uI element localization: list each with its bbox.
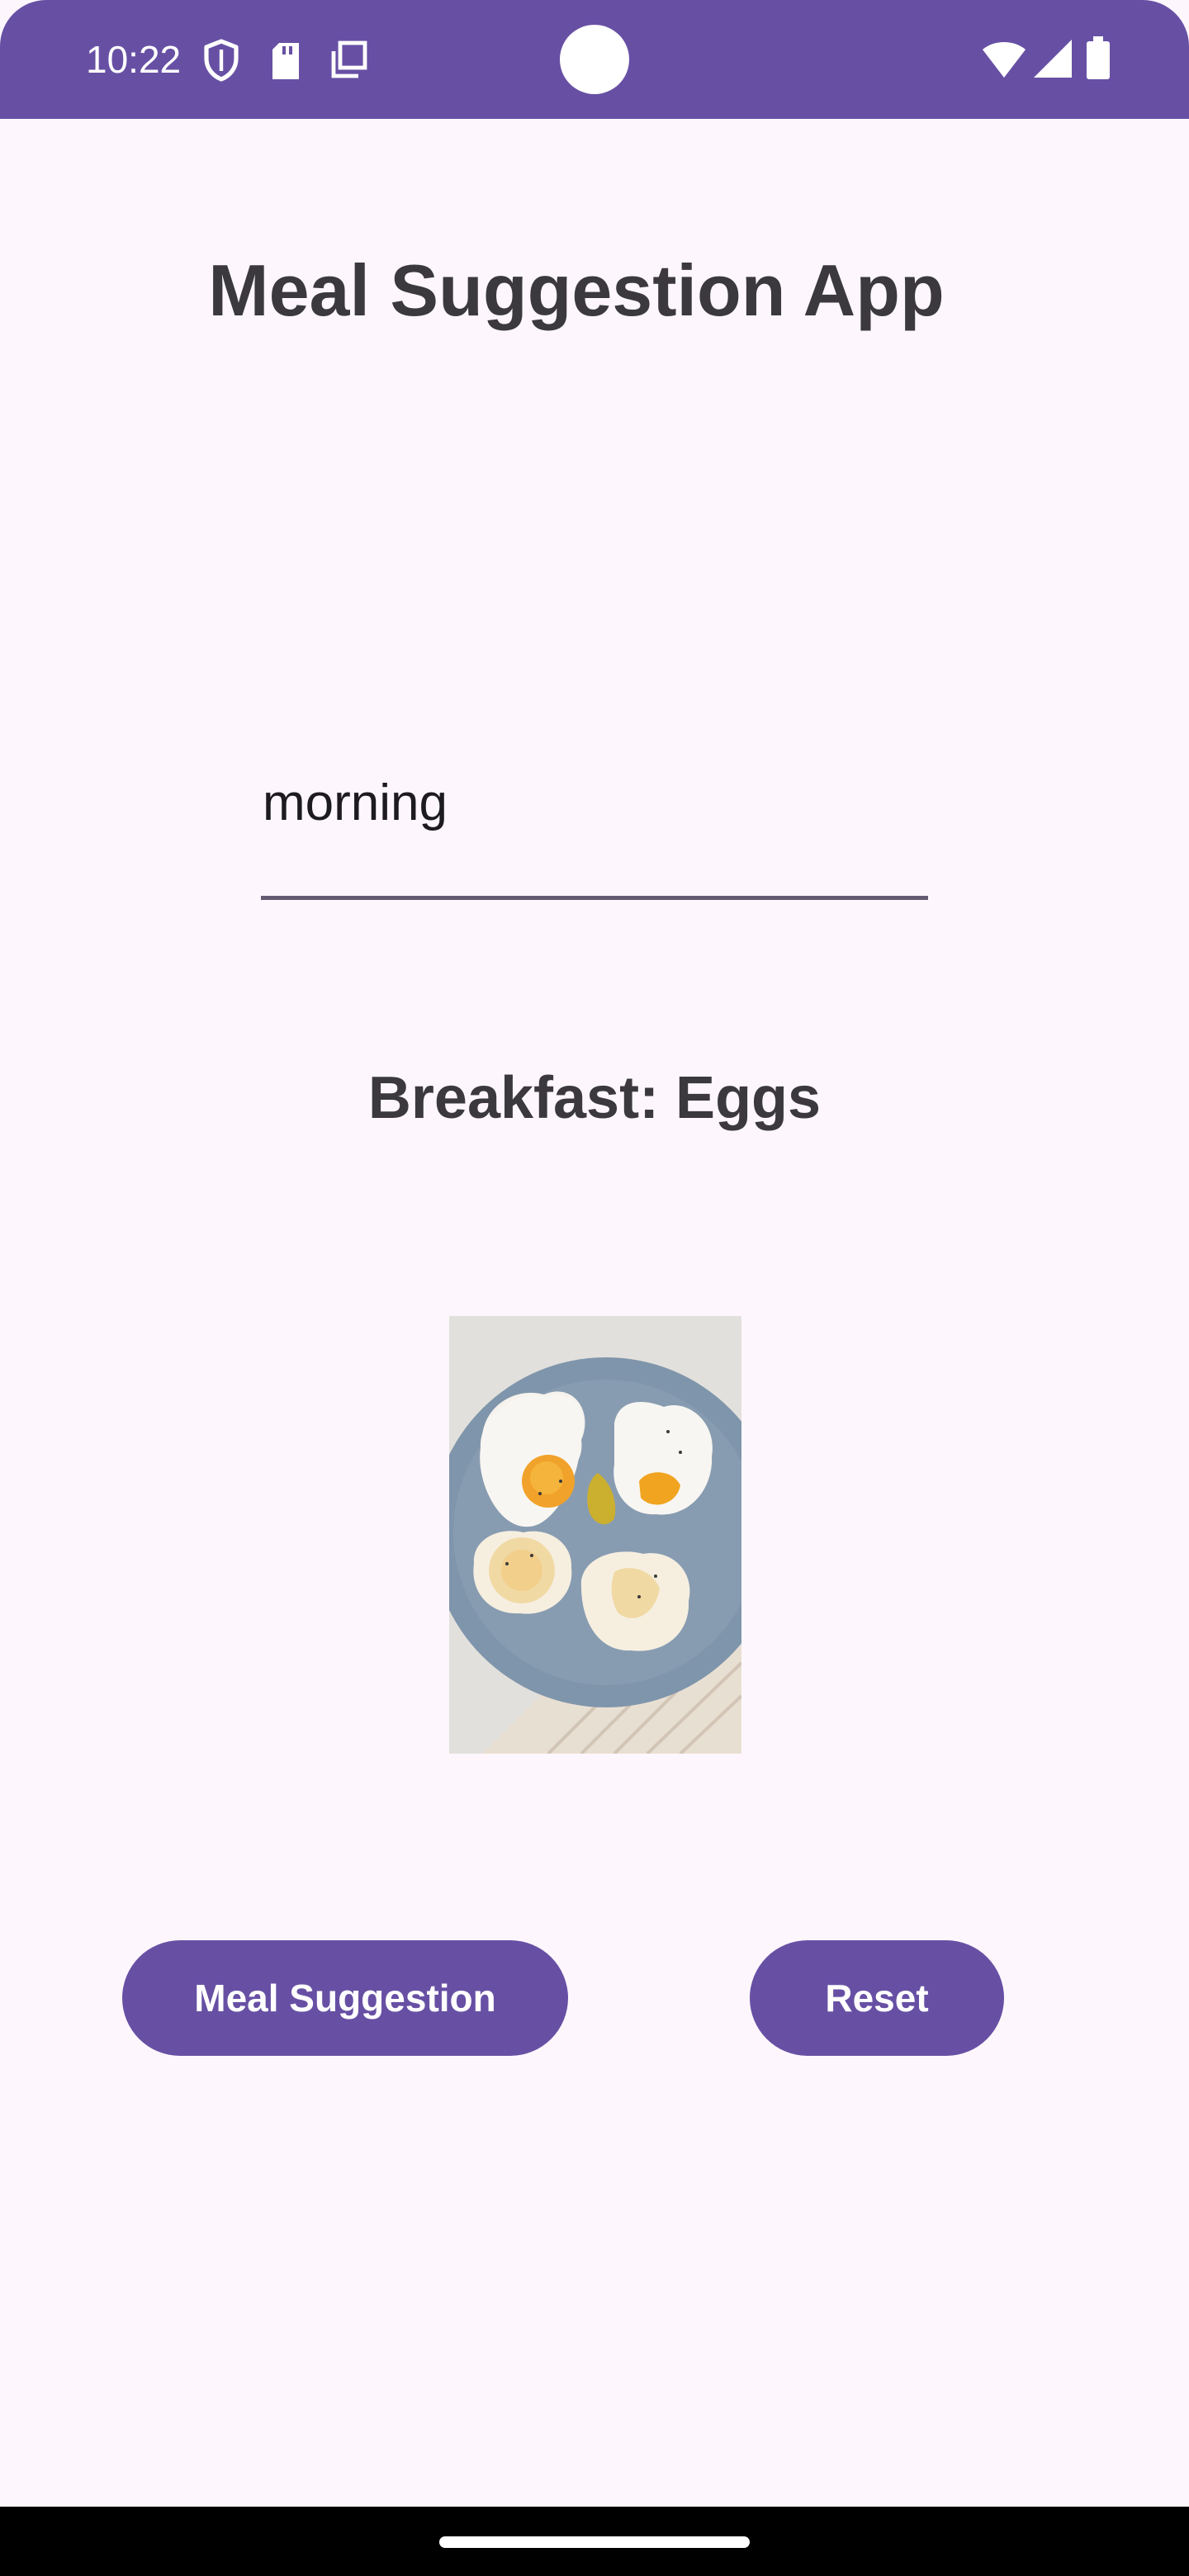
- sd-card-icon: [272, 43, 299, 79]
- reset-button[interactable]: Reset: [750, 1940, 1004, 2056]
- navigation-bar: [0, 2507, 1189, 2576]
- shield-icon: [204, 39, 239, 82]
- meal-suggestion-text: Breakfast: Eggs: [367, 1065, 822, 1131]
- battery-icon: [1087, 36, 1110, 79]
- cell-signal-icon: [1034, 40, 1072, 78]
- wifi-icon: [983, 42, 1026, 78]
- home-gesture-handle[interactable]: [439, 2536, 750, 2548]
- meal-suggestion-button[interactable]: Meal Suggestion: [122, 1940, 568, 2056]
- app-title: Meal Suggestion App: [208, 249, 945, 331]
- status-time: 10:22: [86, 38, 182, 81]
- status-bar: 10:22: [0, 0, 1189, 119]
- time-of-day-input[interactable]: [261, 743, 928, 900]
- meal-image: [449, 1316, 741, 1754]
- camera-cutout: [560, 25, 629, 94]
- overlay-windows-icon: [331, 40, 367, 78]
